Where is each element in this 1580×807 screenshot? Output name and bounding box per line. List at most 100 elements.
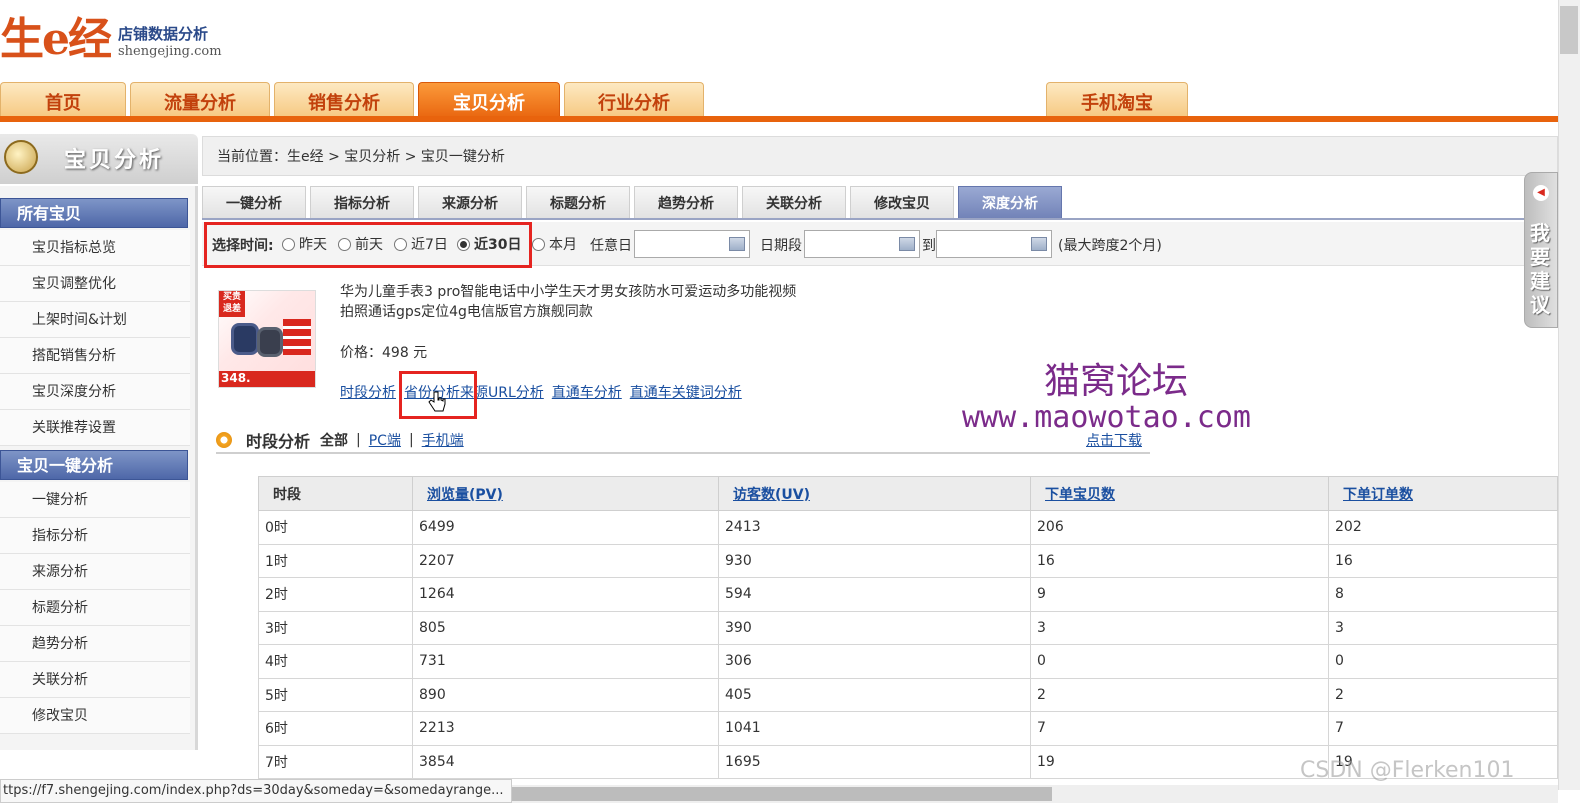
- subtab-related[interactable]: 关联分析: [742, 186, 846, 218]
- subtab-trend[interactable]: 趋势分析: [634, 186, 738, 218]
- nav-tab-mobile-taobao[interactable]: 手机淘宝: [1046, 82, 1188, 120]
- subtab-one-click[interactable]: 一键分析: [202, 186, 306, 218]
- table-row: 4时 731 306 0 0: [258, 644, 1558, 679]
- link-time-analysis[interactable]: 时段分析: [340, 382, 396, 402]
- sidebar-item-source[interactable]: 来源分析: [0, 554, 190, 590]
- sort-orders-link[interactable]: 下单订单数: [1343, 487, 1413, 503]
- cell-items: 9: [1030, 577, 1329, 612]
- link-ztc-keyword-analysis[interactable]: 直通车关键词分析: [630, 382, 742, 402]
- sidebar-item-recommend-settings[interactable]: 关联推荐设置: [0, 410, 190, 446]
- section-title: 时段分析: [246, 432, 311, 451]
- sidebar-item-listing-plan[interactable]: 上架时间&计划: [0, 302, 190, 338]
- product-image[interactable]: 买贵退差 348.: [218, 290, 316, 388]
- link-ztc-analysis[interactable]: 直通车分析: [552, 382, 622, 402]
- sidebar-item-adjust-optimize[interactable]: 宝贝调整优化: [0, 266, 190, 302]
- nav-tab-traffic[interactable]: 流量分析: [130, 82, 270, 120]
- sidebar-item-edit-item[interactable]: 修改宝贝: [0, 698, 190, 734]
- cell-uv: 405: [718, 677, 1031, 712]
- section-bullet-icon: [216, 432, 232, 448]
- cell-hour: 2时: [258, 577, 413, 612]
- magnifier-icon: [4, 140, 38, 174]
- logo-url: shengejing.com: [118, 44, 222, 59]
- sort-items-link[interactable]: 下单宝贝数: [1045, 487, 1115, 503]
- cell-pv: 2213: [412, 711, 719, 746]
- cell-hour: 5时: [258, 677, 413, 712]
- cell-uv: 1695: [718, 744, 1031, 779]
- table-row: 0时 6499 2413 206 202: [258, 510, 1558, 545]
- cell-hour: 4时: [258, 644, 413, 679]
- to-label: 到: [922, 238, 936, 254]
- calendar-icon[interactable]: [899, 237, 915, 251]
- nav-tab-item-analysis[interactable]: 宝贝分析: [418, 82, 560, 120]
- subtab-deep-analysis[interactable]: 深度分析: [958, 186, 1062, 218]
- sale-badge: 买贵退差: [219, 291, 245, 317]
- subtab-edit[interactable]: 修改宝贝: [850, 186, 954, 218]
- nav-underline: [0, 116, 1560, 122]
- product-price: 价格：498 元: [340, 345, 428, 361]
- period-label: 日期段: [760, 238, 802, 254]
- cell-uv: 306: [718, 644, 1031, 679]
- sidebar-item-metrics[interactable]: 指标分析: [0, 518, 190, 554]
- cell-uv: 1041: [718, 711, 1031, 746]
- cell-uv: 930: [718, 543, 1031, 578]
- filter-mobile[interactable]: 手机端: [422, 430, 464, 450]
- horizontal-scroll-thumb[interactable]: [512, 787, 1052, 801]
- table-row: 1时 2207 930 16 16: [258, 543, 1558, 578]
- feedback-tab[interactable]: ◀ 我要建议: [1524, 172, 1558, 328]
- vertical-scrollbar[interactable]: [1558, 0, 1580, 790]
- watch-icon: [231, 323, 259, 355]
- nav-tab-home[interactable]: 首页: [0, 82, 126, 120]
- sort-pv-link[interactable]: 浏览量(PV): [427, 487, 503, 503]
- period-end-input[interactable]: [936, 230, 1052, 258]
- anyday-date-input[interactable]: [634, 230, 750, 258]
- calendar-icon[interactable]: [729, 237, 745, 251]
- subtab-metrics[interactable]: 指标分析: [310, 186, 414, 218]
- vertical-scroll-thumb[interactable]: [1560, 6, 1578, 54]
- cell-pv: 805: [412, 610, 719, 645]
- cell-items: 19: [1030, 744, 1329, 779]
- col-header-uv[interactable]: 访客数(UV): [718, 476, 1031, 511]
- cell-orders: 202: [1328, 510, 1558, 545]
- subtab-title[interactable]: 标题分析: [526, 186, 630, 218]
- nav-tab-industry[interactable]: 行业分析: [564, 82, 704, 120]
- image-price: 348.: [219, 371, 315, 387]
- app-window: 生e经 店铺数据分析 shengejing.com 首页 流量分析 销售分析 宝…: [0, 0, 1580, 807]
- site-logo[interactable]: 生e经 店铺数据分析 shengejing.com: [0, 14, 222, 70]
- cell-uv: 2413: [718, 510, 1031, 545]
- sidebar-item-trend[interactable]: 趋势分析: [0, 626, 190, 662]
- period-start-input[interactable]: [804, 230, 920, 258]
- breadcrumb: 当前位置：生e经 > 宝贝分析 > 宝贝一键分析: [202, 136, 1558, 176]
- filter-all[interactable]: 全部: [320, 430, 348, 450]
- cell-hour: 7时: [258, 744, 413, 779]
- range-note: (最大跨度2个月): [1058, 238, 1162, 254]
- col-header-orders[interactable]: 下单订单数: [1328, 476, 1558, 511]
- sidebar-item-one-click[interactable]: 一键分析: [0, 482, 190, 518]
- nav-tab-sales[interactable]: 销售分析: [274, 82, 414, 120]
- sidebar-item-deep-analysis[interactable]: 宝贝深度分析: [0, 374, 190, 410]
- col-header-items-ordered[interactable]: 下单宝贝数: [1030, 476, 1329, 511]
- calendar-icon[interactable]: [1031, 237, 1047, 251]
- sidebar-item-title[interactable]: 标题分析: [0, 590, 190, 626]
- logo-tagline: 店铺数据分析: [118, 25, 209, 43]
- cell-items: 3: [1030, 610, 1329, 645]
- logo-mark: 生e经: [0, 14, 112, 65]
- sub-tabs: 一键分析 指标分析 来源分析 标题分析 趋势分析 关联分析 修改宝贝 深度分析: [202, 186, 1558, 220]
- filter-pc[interactable]: PC端: [369, 430, 401, 450]
- watermark-forum: 猫窝论坛: [1044, 361, 1189, 402]
- cell-hour: 1时: [258, 543, 413, 578]
- sidebar: 所有宝贝 宝贝指标总览 宝贝调整优化 上架时间&计划 搭配销售分析 宝贝深度分析…: [0, 186, 198, 750]
- radio-circle[interactable]: [532, 237, 545, 251]
- sidebar-item-related[interactable]: 关联分析: [0, 662, 190, 698]
- sidebar-section-one-click[interactable]: 宝贝一键分析: [0, 450, 188, 480]
- radio-this-month[interactable]: 本月: [532, 234, 577, 254]
- sort-uv-link[interactable]: 访客数(UV): [733, 487, 810, 503]
- subtab-source[interactable]: 来源分析: [418, 186, 522, 218]
- sidebar-item-bundle-sales[interactable]: 搭配销售分析: [0, 338, 190, 374]
- sidebar-item-metrics-overview[interactable]: 宝贝指标总览: [0, 230, 190, 266]
- cell-orders: 7: [1328, 711, 1558, 746]
- radio-label: 本月: [549, 237, 577, 253]
- product-title[interactable]: 华为儿童手表3 pro智能电话中小学生天才男女孩防水可爱运动多功能视频 拍照通话…: [340, 282, 840, 322]
- sidebar-section-all-items[interactable]: 所有宝贝: [0, 198, 188, 228]
- time-analysis-table: 时段 浏览量(PV) 访客数(UV) 下单宝贝数 下单订单数 0时 6499 241…: [258, 476, 1558, 779]
- col-header-pv[interactable]: 浏览量(PV): [412, 476, 719, 511]
